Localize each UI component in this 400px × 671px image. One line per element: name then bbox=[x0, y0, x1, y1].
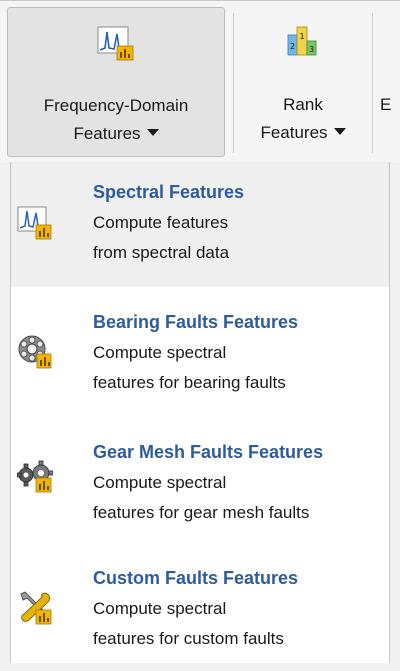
rank-label-text: Features bbox=[260, 123, 328, 142]
caret-down-icon bbox=[333, 128, 346, 136]
rank-label-line2: Features bbox=[244, 123, 362, 143]
spectrum-icon bbox=[97, 26, 135, 62]
menu-item-description: Compute features bbox=[93, 213, 229, 232]
menu-item-description: Compute spectral bbox=[93, 599, 227, 618]
frequency-domain-label-line2: Features bbox=[8, 124, 224, 144]
next-button-partial-label: E bbox=[380, 95, 392, 114]
menu-item-description: Compute spectral bbox=[93, 343, 227, 362]
next-features-button[interactable]: E bbox=[380, 7, 400, 157]
menu-item-spectral-features[interactable]: Spectral Features Compute features from … bbox=[11, 162, 389, 287]
svg-text:1: 1 bbox=[299, 32, 304, 41]
rank-features-button[interactable]: 2 1 3 Rank Features bbox=[244, 7, 362, 157]
menu-item-gear-mesh-faults-features[interactable]: Gear Mesh Faults Features Compute spectr… bbox=[11, 418, 389, 543]
rank-label-line1: Rank bbox=[283, 95, 323, 114]
menu-item-description: features for bearing faults bbox=[93, 373, 286, 392]
toolstrip-separator bbox=[233, 13, 234, 153]
menu-item-custom-faults-features[interactable]: Custom Faults Features Compute spectral … bbox=[11, 546, 389, 671]
gear-icon bbox=[16, 458, 54, 494]
frequency-domain-features-button[interactable]: Frequency-Domain Features bbox=[7, 7, 225, 157]
svg-text:3: 3 bbox=[309, 45, 314, 54]
toolstrip-separator bbox=[372, 13, 373, 153]
frequency-domain-label-text: Features bbox=[73, 124, 141, 143]
menu-item-description: features for custom faults bbox=[93, 629, 284, 648]
menu-item-description: features for gear mesh faults bbox=[93, 503, 310, 522]
menu-item-title: Spectral Features bbox=[93, 182, 245, 202]
bearing-icon bbox=[17, 334, 53, 370]
toolstrip: Frequency-Domain Features 2 1 3 Rank Fea… bbox=[0, 0, 400, 163]
tools-icon bbox=[17, 590, 53, 626]
menu-item-description: Compute spectral bbox=[93, 473, 227, 492]
rank-icon: 2 1 3 bbox=[284, 25, 322, 61]
frequency-domain-features-menu: Spectral Features Compute features from … bbox=[10, 162, 390, 663]
menu-item-description: from spectral data bbox=[93, 243, 230, 262]
caret-down-icon bbox=[146, 129, 159, 137]
svg-text:2: 2 bbox=[290, 42, 295, 51]
menu-item-title: Bearing Faults Features bbox=[93, 312, 299, 332]
frequency-domain-label-line1: Frequency-Domain bbox=[43, 96, 189, 115]
menu-item-title: Gear Mesh Faults Features bbox=[93, 442, 324, 462]
spectrum-icon bbox=[17, 206, 53, 242]
menu-item-title: Custom Faults Features bbox=[93, 568, 299, 588]
menu-item-bearing-faults-features[interactable]: Bearing Faults Features Compute spectral… bbox=[11, 290, 389, 415]
